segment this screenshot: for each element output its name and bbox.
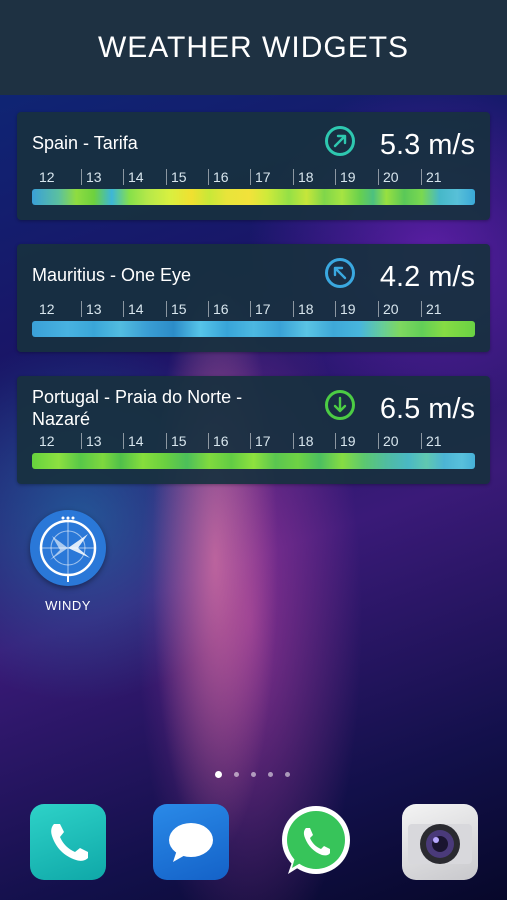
phone-icon bbox=[51, 824, 88, 861]
wind-speed: 5.3 m/s bbox=[379, 129, 475, 161]
weather-widget-portugal[interactable]: Portugal - Praia do Norte - Nazaré 6.5 m… bbox=[17, 376, 490, 484]
messages-app-icon[interactable] bbox=[153, 804, 229, 880]
hour-label: 18 bbox=[293, 169, 314, 185]
hour-label: 15 bbox=[166, 301, 187, 317]
hour-label: 16 bbox=[208, 301, 229, 317]
widget-location: Portugal - Praia do Norte - Nazaré bbox=[32, 387, 243, 429]
hour-label: 20 bbox=[378, 169, 399, 185]
wind-forecast-bar bbox=[32, 321, 475, 337]
arrow-down-icon bbox=[325, 390, 355, 420]
weather-widget-mauritius[interactable]: Mauritius - One Eye 4.2 m/s 12 13 14 15 … bbox=[17, 244, 490, 352]
wind-forecast-bar bbox=[32, 453, 475, 469]
hour-label: 18 bbox=[293, 301, 314, 317]
phone-app-icon[interactable] bbox=[30, 804, 106, 880]
widget-location: Spain - Tarifa bbox=[32, 133, 138, 153]
hour-label: 17 bbox=[250, 301, 271, 317]
widget-location: Mauritius - One Eye bbox=[32, 265, 192, 285]
page-dot[interactable] bbox=[234, 772, 239, 777]
hour-axis: 12 13 14 15 16 17 18 19 20 21 bbox=[32, 169, 475, 187]
hour-label: 19 bbox=[335, 169, 356, 185]
hour-axis: 12 13 14 15 16 17 18 19 20 21 bbox=[32, 433, 475, 451]
hour-label: 19 bbox=[335, 301, 356, 317]
windy-radar-icon bbox=[39, 516, 97, 582]
camera-app-icon[interactable] bbox=[402, 804, 478, 880]
hour-label: 12 bbox=[39, 301, 55, 317]
hour-label: 15 bbox=[166, 433, 187, 449]
hour-label: 13 bbox=[81, 301, 102, 317]
windy-app-icon[interactable] bbox=[30, 510, 106, 586]
arrow-up-left-icon bbox=[325, 258, 355, 288]
hour-label: 16 bbox=[208, 169, 229, 185]
page-indicator bbox=[215, 770, 295, 780]
message-icon bbox=[169, 823, 213, 862]
hour-label: 16 bbox=[208, 433, 229, 449]
hour-label: 14 bbox=[123, 433, 144, 449]
hour-label: 19 bbox=[335, 433, 356, 449]
wind-speed: 6.5 m/s bbox=[379, 393, 475, 425]
hour-label: 17 bbox=[250, 433, 271, 449]
page-title: WEATHER WIDGETS bbox=[97, 30, 410, 64]
page-dot[interactable] bbox=[251, 772, 256, 777]
hour-label: 15 bbox=[166, 169, 187, 185]
camera-icon bbox=[408, 824, 472, 864]
hour-label: 21 bbox=[421, 301, 442, 317]
wind-forecast-bar bbox=[32, 189, 475, 205]
whatsapp-app-icon[interactable] bbox=[276, 804, 352, 880]
hour-axis: 12 13 14 15 16 17 18 19 20 21 bbox=[32, 301, 475, 319]
app-label: WINDY bbox=[45, 598, 91, 613]
wind-speed: 4.2 m/s bbox=[379, 261, 475, 293]
hour-label: 21 bbox=[421, 433, 442, 449]
hour-label: 21 bbox=[421, 169, 442, 185]
weather-widget-spain[interactable]: Spain - Tarifa 5.3 m/s 12 13 14 15 16 17… bbox=[17, 112, 490, 220]
hour-label: 20 bbox=[378, 433, 399, 449]
hour-label: 13 bbox=[81, 169, 102, 185]
page-dot[interactable] bbox=[285, 772, 290, 777]
app-header: WEATHER WIDGETS bbox=[0, 0, 507, 95]
hour-label: 14 bbox=[123, 169, 144, 185]
page-dot-active[interactable] bbox=[215, 771, 222, 778]
hour-label: 14 bbox=[123, 301, 144, 317]
arrow-up-right-icon bbox=[325, 126, 355, 156]
page-dot[interactable] bbox=[268, 772, 273, 777]
hour-label: 12 bbox=[39, 169, 55, 185]
hour-label: 13 bbox=[81, 433, 102, 449]
hour-label: 17 bbox=[250, 169, 271, 185]
hour-label: 12 bbox=[39, 433, 55, 449]
whatsapp-icon bbox=[282, 806, 350, 874]
hour-label: 20 bbox=[378, 301, 399, 317]
hour-label: 18 bbox=[293, 433, 314, 449]
